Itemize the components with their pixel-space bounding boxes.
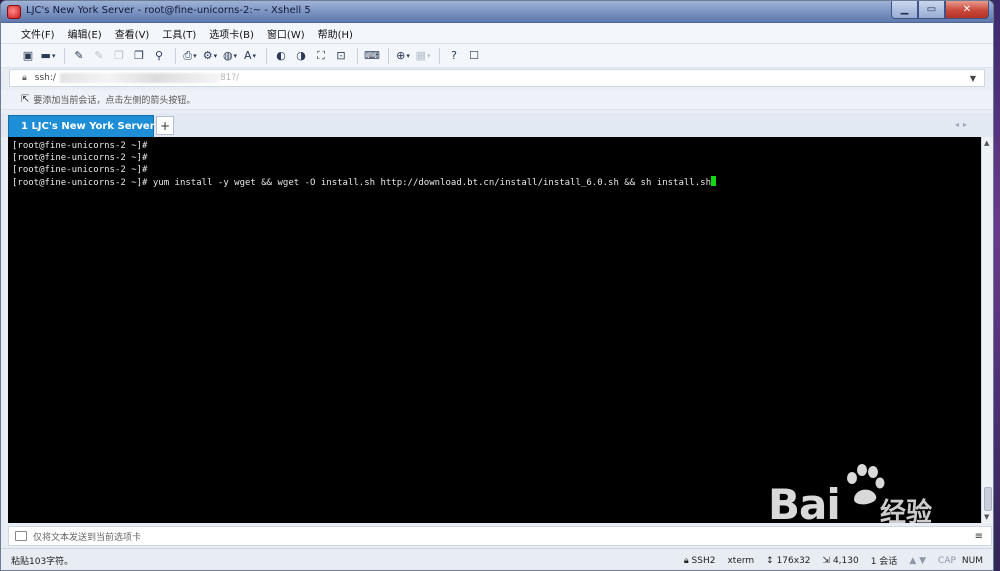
tab-strip: 1 LJC's New York Server ✕ + ◂▸: [1, 113, 993, 137]
menu-window[interactable]: 窗口(W): [267, 26, 305, 41]
address-text: ssh:/: [34, 73, 56, 83]
find-icon[interactable]: ⚲: [150, 47, 168, 65]
terminal-command: [root@fine-unicorns-2 ~]# yum install -y…: [12, 178, 711, 188]
menu-icon[interactable]: ≡: [975, 531, 983, 542]
status-position: ⇲ 4,130: [822, 555, 859, 566]
session-hint-bar: ⇱ 要添加当前会话，点击左侧的箭头按钮。: [1, 90, 993, 110]
tab-session-1[interactable]: 1 LJC's New York Server ✕: [8, 115, 162, 137]
status-num: NUM: [961, 555, 983, 566]
status-right: 🔒︎ SSH2 xterm ↕ 176x32 ⇲ 4,130 1 会话 ▲ ▼ …: [672, 554, 983, 568]
maximize-button[interactable]: ▭: [918, 1, 945, 19]
menu-help[interactable]: 帮助(H): [318, 26, 353, 41]
compose-icon[interactable]: [15, 531, 27, 541]
terminal-line: [root@fine-unicorns-2 ~]#: [12, 153, 148, 163]
toolbar-separator: [64, 47, 65, 64]
copy-icon[interactable]: ❐: [110, 47, 128, 65]
scrollbar-thumb[interactable]: [984, 487, 992, 511]
address-bar[interactable]: 🔒︎ ssh:/ 81?/ ▼: [9, 69, 985, 87]
chat-icon[interactable]: ☐: [465, 47, 483, 65]
fullscreen-icon[interactable]: ⛶: [312, 47, 330, 65]
add-tab-icon[interactable]: ⊕: [394, 47, 412, 65]
address-blurred: [59, 73, 220, 83]
terminal-scrollbar[interactable]: ▲ ▼: [981, 137, 993, 523]
toolbar-separator: [266, 47, 267, 64]
tab-scroll-arrows-icon[interactable]: ◂▸: [955, 120, 971, 129]
new-session-icon[interactable]: ▣: [19, 47, 37, 65]
session-nav-icon[interactable]: ▲ ▼: [909, 556, 926, 566]
hint-text: 要添加当前会话，点击左侧的箭头按钮。: [33, 96, 196, 106]
add-tab-button[interactable]: +: [156, 116, 174, 135]
toolbar-separator: [388, 47, 389, 64]
lock-icon: 🔒︎: [22, 73, 27, 83]
lock-icon[interactable]: ⊡: [332, 47, 350, 65]
menu-file[interactable]: 文件(F): [21, 26, 55, 41]
position-text: 4,130: [832, 555, 859, 566]
terminal-cursor: [710, 176, 716, 186]
toolbar: ▣ ▬ ✎ ✎ ❐ ❐ ⚲ ⎙ ⚙ ◍ A ◐ ◑ ⛶ ⊡ ⌨ ⊕ ▦ ? ☐: [1, 44, 993, 68]
window-controls: ▁ ▭ ✕: [891, 1, 989, 21]
toolbar-separator: [439, 47, 440, 64]
scroll-up-icon[interactable]: ▲: [984, 139, 989, 147]
protocol-text: SSH2: [691, 555, 716, 566]
tab-label: 1 LJC's New York Server: [21, 121, 155, 132]
menu-tools[interactable]: 工具(T): [162, 26, 196, 41]
layout-icon[interactable]: ▦: [414, 47, 432, 65]
close-button[interactable]: ✕: [945, 1, 989, 19]
window-title: LJC's New York Server - root@fine-unicor…: [26, 5, 311, 16]
menu-view[interactable]: 查看(V): [115, 26, 150, 41]
print-icon[interactable]: ⎙: [181, 47, 199, 65]
size-text: 176x32: [776, 555, 811, 566]
open-folder-icon[interactable]: ▬: [39, 47, 57, 65]
terminal-line: [root@fine-unicorns-2 ~]#: [12, 141, 148, 151]
toolbar-separator: [175, 47, 176, 64]
toolbar-separator: [357, 47, 358, 64]
menu-bar: 文件(F) 编辑(E) 查看(V) 工具(T) 选项卡(B) 窗口(W) 帮助(…: [1, 23, 993, 44]
font-icon[interactable]: A: [241, 47, 259, 65]
script-icon[interactable]: ◑: [292, 47, 310, 65]
terminal-line: [root@fine-unicorns-2 ~]#: [12, 165, 148, 175]
scroll-down-icon[interactable]: ▼: [984, 513, 989, 521]
status-message: 粘贴103字符。: [11, 557, 74, 567]
disconnect-icon[interactable]: ✎: [90, 47, 108, 65]
reconnect-icon[interactable]: ✎: [70, 47, 88, 65]
compose-placeholder: 仅将文本发送到当前选项卡: [33, 532, 142, 543]
address-suffix: 81?/: [219, 73, 240, 83]
paste-icon[interactable]: ❐: [130, 47, 148, 65]
add-session-arrow-icon[interactable]: ⇱: [21, 94, 29, 105]
menu-tabs[interactable]: 选项卡(B): [209, 26, 254, 41]
menu-edit[interactable]: 编辑(E): [68, 26, 102, 41]
status-protocol: 🔒︎ SSH2: [683, 555, 716, 566]
status-cap: CAP: [938, 555, 956, 566]
status-sessions: 1 会话: [870, 557, 898, 567]
minimize-button[interactable]: ▁: [891, 1, 918, 19]
globe-icon[interactable]: ◍: [221, 47, 239, 65]
title-bar[interactable]: LJC's New York Server - root@fine-unicor…: [1, 1, 993, 23]
chevron-down-icon[interactable]: ▼: [970, 74, 976, 83]
terminal-line-current: [root@fine-unicorns-2 ~]# yum install -y…: [12, 176, 977, 189]
keyboard-icon[interactable]: ⌨: [363, 47, 381, 65]
status-size: ↕ 176x32: [766, 555, 811, 566]
xshell-window: LJC's New York Server - root@fine-unicor…: [0, 0, 994, 571]
xshell-app-icon[interactable]: [7, 5, 21, 19]
properties-icon[interactable]: ⚙: [201, 47, 219, 65]
terminal-output[interactable]: [root@fine-unicorns-2 ~]# [root@fine-uni…: [8, 137, 981, 523]
compose-bar[interactable]: 仅将文本发送到当前选项卡 ≡: [8, 526, 992, 546]
status-bar: 粘贴103字符。 🔒︎ SSH2 xterm ↕ 176x32 ⇲ 4,130 …: [1, 548, 993, 570]
xftp-icon[interactable]: ◐: [272, 47, 290, 65]
help-icon[interactable]: ?: [445, 47, 463, 65]
status-term: xterm: [727, 555, 755, 566]
